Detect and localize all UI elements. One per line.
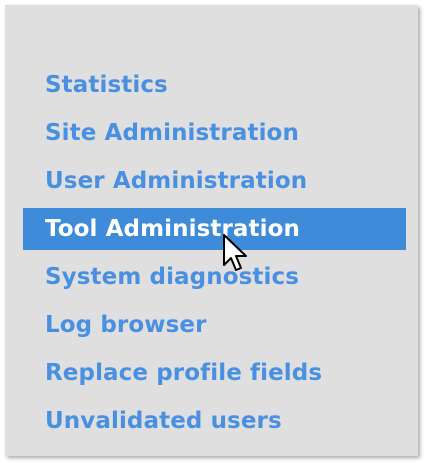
menu-item-label: User Administration <box>45 168 308 194</box>
menu-item-replace-profile-fields[interactable]: Replace profile fields <box>5 349 418 397</box>
admin-menu-list: Statistics Site Administration User Admi… <box>5 61 418 445</box>
menu-item-site-administration[interactable]: Site Administration <box>5 109 418 157</box>
menu-item-user-administration[interactable]: User Administration <box>5 157 418 205</box>
menu-item-tool-administration[interactable]: Tool Administration <box>23 208 406 250</box>
admin-menu-panel: Statistics Site Administration User Admi… <box>5 5 418 456</box>
menu-item-label: Tool Administration <box>45 216 301 242</box>
menu-item-label: Site Administration <box>45 120 299 146</box>
menu-item-system-diagnostics[interactable]: System diagnostics <box>5 253 418 301</box>
menu-item-statistics[interactable]: Statistics <box>5 61 418 109</box>
menu-item-label: Statistics <box>45 72 168 98</box>
menu-item-label: System diagnostics <box>45 264 300 290</box>
menu-item-label: Unvalidated users <box>45 408 282 434</box>
menu-item-log-browser[interactable]: Log browser <box>5 301 418 349</box>
mouse-pointer-icon <box>223 234 247 271</box>
menu-item-label: Log browser <box>45 312 207 338</box>
menu-item-label: Replace profile fields <box>45 360 323 386</box>
menu-item-unvalidated-users[interactable]: Unvalidated users <box>5 397 418 445</box>
